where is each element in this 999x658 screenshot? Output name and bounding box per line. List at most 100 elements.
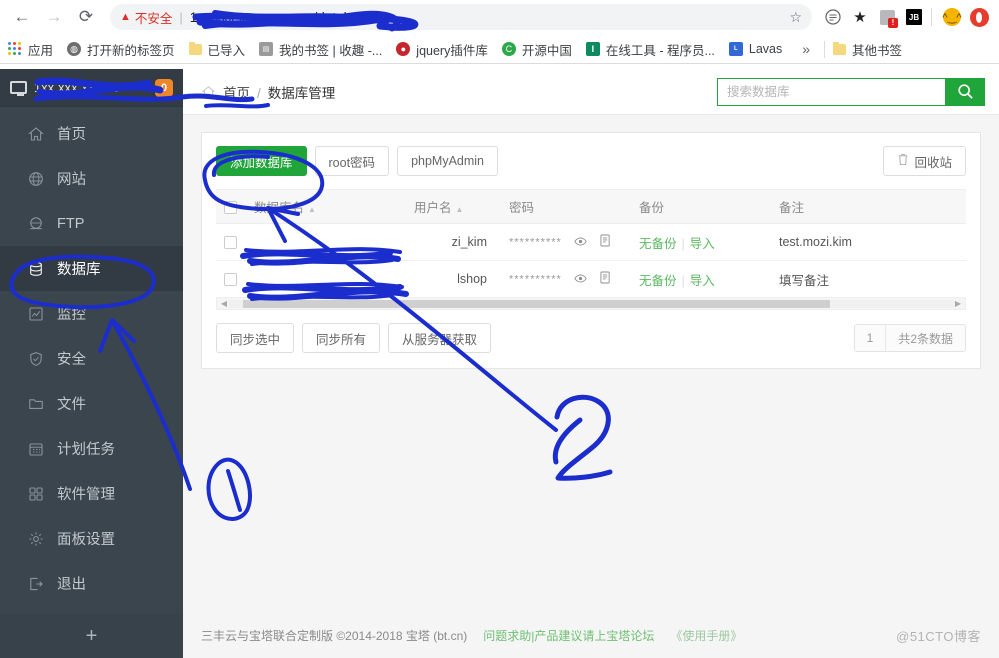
profile-avatar-icon[interactable]: ^‿^ bbox=[940, 5, 964, 29]
forward-button[interactable]: → bbox=[40, 3, 68, 31]
fetch-from-server-button[interactable]: 从服务器获取 bbox=[388, 323, 492, 353]
opera-extension-icon[interactable] bbox=[967, 5, 991, 29]
row-select-cell bbox=[216, 223, 246, 261]
copy-icon[interactable] bbox=[600, 271, 611, 287]
bookmark-lavas[interactable]: L Lavas bbox=[728, 42, 782, 56]
scroll-right-arrow[interactable]: ▶ bbox=[953, 299, 963, 308]
globe-icon bbox=[27, 170, 44, 187]
bookmark-label: 在线工具 - 程序员... bbox=[605, 43, 715, 58]
bookmarks-overflow-button[interactable]: » bbox=[802, 41, 810, 57]
jetbrains-extension-icon[interactable]: JB bbox=[902, 5, 926, 29]
footer-manual-link[interactable]: 《使用手册》 bbox=[670, 627, 742, 644]
search-button[interactable] bbox=[945, 77, 985, 106]
page-footer: 三丰云与宝塔联合定制版 ©2014-2018 宝塔 (bt.cn) 问题求助|产… bbox=[183, 612, 999, 658]
scroll-left-arrow[interactable]: ◀ bbox=[219, 299, 229, 308]
eye-icon[interactable] bbox=[574, 235, 587, 250]
sidebar-item-database[interactable]: 数据库 bbox=[0, 246, 183, 291]
browser-toolbar: ← → ⟳ ▲ 不安全 | 1xx.xxx.xx.xxx:xxxxx/datab… bbox=[0, 0, 999, 35]
watermark-51cto: @51CTO博客 bbox=[896, 628, 981, 644]
backup-status-link[interactable]: 无备份 bbox=[639, 237, 677, 251]
import-link[interactable]: 导入 bbox=[690, 274, 715, 288]
sidebar: 1xx.xxx.xx.240 0 首页 网站 FTP 数据库 监控 安全 文件 … bbox=[0, 69, 183, 658]
bookmark-star-filled-icon[interactable]: ★ bbox=[848, 5, 872, 29]
bookmark-label: 已导入 bbox=[207, 43, 246, 58]
bookmark-new-tab[interactable]: ◍ 打开新的标签页 bbox=[67, 40, 175, 59]
sidebar-item-security[interactable]: 安全 bbox=[0, 336, 183, 381]
sort-arrow-icon[interactable]: ▲ bbox=[308, 205, 316, 214]
folder-icon bbox=[188, 41, 202, 55]
eye-icon[interactable] bbox=[574, 272, 587, 287]
sync-all-button[interactable]: 同步所有 bbox=[302, 323, 381, 353]
sidebar-item-home[interactable]: 首页 bbox=[0, 111, 183, 156]
search-box bbox=[717, 77, 985, 106]
other-bookmarks-folder[interactable]: 其他书签 bbox=[833, 40, 902, 59]
sidebar-item-software[interactable]: 软件管理 bbox=[0, 471, 183, 516]
toolbar-divider bbox=[931, 8, 932, 26]
back-button[interactable]: ← bbox=[8, 3, 36, 31]
add-database-button[interactable]: 添加数据库 bbox=[216, 146, 307, 176]
address-bar[interactable]: ▲ 不安全 | 1xx.xxx.xx.xxx:xxxxx/database ☆ bbox=[110, 4, 812, 30]
row-checkbox[interactable] bbox=[224, 236, 237, 250]
bookmark-jquery[interactable]: ● jquery插件库 bbox=[396, 40, 488, 59]
sidebar-item-files[interactable]: 文件 bbox=[0, 381, 183, 426]
bookmark-online-tools[interactable]: I 在线工具 - 程序员... bbox=[585, 40, 715, 59]
page-number[interactable]: 1 bbox=[854, 325, 886, 351]
cell-remark[interactable]: test.mozi.kim bbox=[771, 223, 966, 261]
col-header-remark: 备注 bbox=[771, 189, 966, 224]
sort-arrow-icon[interactable]: ▲ bbox=[456, 205, 464, 214]
col-label: 用户名 bbox=[414, 201, 452, 215]
phpmyadmin-button[interactable]: phpMyAdmin bbox=[397, 146, 499, 176]
select-all-checkbox[interactable] bbox=[224, 200, 237, 214]
recycle-bin-button[interactable]: 回收站 bbox=[883, 146, 966, 176]
col-header-dbname[interactable]: 数据库名 ▲ bbox=[246, 189, 406, 224]
col-label: 数据库名 bbox=[254, 201, 305, 215]
table-horizontal-scrollbar[interactable]: ◀ ▶ bbox=[216, 298, 966, 310]
sidebar-item-ftp[interactable]: FTP bbox=[0, 201, 183, 246]
sidebar-item-monitor[interactable]: 监控 bbox=[0, 291, 183, 336]
table-row: zi_kim ********** 无备份 | 导入 test.mozi.kim bbox=[216, 223, 966, 261]
sidebar-add-button[interactable]: + bbox=[0, 614, 183, 658]
col-header-username[interactable]: 用户名 ▲ bbox=[406, 189, 501, 224]
database-toolbar: 添加数据库 root密码 phpMyAdmin 回收站 bbox=[216, 146, 966, 176]
bookmark-my-bookmarks[interactable]: ▤ 我的书签 | 收趣 -... bbox=[259, 40, 382, 59]
bookmark-imported[interactable]: 已导入 bbox=[188, 40, 246, 59]
site-icon: C bbox=[501, 42, 516, 56]
folder-icon bbox=[833, 41, 847, 55]
cell-remark[interactable]: 填写备注 bbox=[771, 260, 966, 298]
row-checkbox[interactable] bbox=[224, 273, 237, 287]
reading-list-icon[interactable] bbox=[821, 5, 845, 29]
scrollbar-track[interactable] bbox=[229, 299, 953, 308]
bookmark-star-icon[interactable]: ☆ bbox=[781, 9, 802, 26]
home-icon bbox=[201, 85, 216, 99]
sidebar-header: 1xx.xxx.xx.240 0 bbox=[0, 69, 183, 107]
col-header-password: 密码 bbox=[501, 189, 631, 224]
sidebar-item-logout[interactable]: 退出 bbox=[0, 561, 183, 606]
page-content: 添加数据库 root密码 phpMyAdmin 回收站 数据库名 ▲ 用户名 ▲… bbox=[183, 115, 999, 612]
recycle-bin-label: 回收站 bbox=[914, 155, 952, 170]
sidebar-item-label: 文件 bbox=[57, 397, 86, 413]
copy-icon[interactable] bbox=[600, 234, 611, 250]
footer-help-link[interactable]: 问题求助|产品建议请上宝塔论坛 bbox=[483, 627, 654, 644]
sidebar-item-website[interactable]: 网站 bbox=[0, 156, 183, 201]
bookmark-apps[interactable]: 应用 bbox=[8, 40, 53, 59]
sidebar-item-cron[interactable]: 计划任务 bbox=[0, 426, 183, 471]
search-input[interactable] bbox=[717, 77, 945, 106]
table-footer-row: 同步选中 同步所有 从服务器获取 1 共2条数据 bbox=[216, 323, 966, 353]
cell-backup: 无备份 | 导入 bbox=[631, 260, 771, 298]
sync-selected-button[interactable]: 同步选中 bbox=[216, 323, 295, 353]
extension-icon[interactable]: ! bbox=[875, 5, 899, 29]
grid-apps-icon bbox=[27, 485, 44, 502]
trash-icon bbox=[897, 153, 909, 169]
scrollbar-thumb[interactable] bbox=[243, 299, 830, 308]
site-icon: ● bbox=[396, 42, 411, 56]
backup-status-link[interactable]: 无备份 bbox=[639, 274, 677, 288]
reload-button[interactable]: ⟳ bbox=[72, 3, 100, 31]
site-icon: I bbox=[585, 42, 600, 56]
sidebar-notification-badge[interactable]: 0 bbox=[155, 78, 173, 97]
import-link[interactable]: 导入 bbox=[690, 237, 715, 251]
root-password-button[interactable]: root密码 bbox=[314, 146, 390, 176]
bookmark-label: jquery插件库 bbox=[416, 43, 488, 58]
breadcrumb-home[interactable]: 首页 bbox=[223, 86, 250, 101]
sidebar-item-panel-settings[interactable]: 面板设置 bbox=[0, 516, 183, 561]
bookmark-oschina[interactable]: C 开源中国 bbox=[501, 40, 572, 59]
